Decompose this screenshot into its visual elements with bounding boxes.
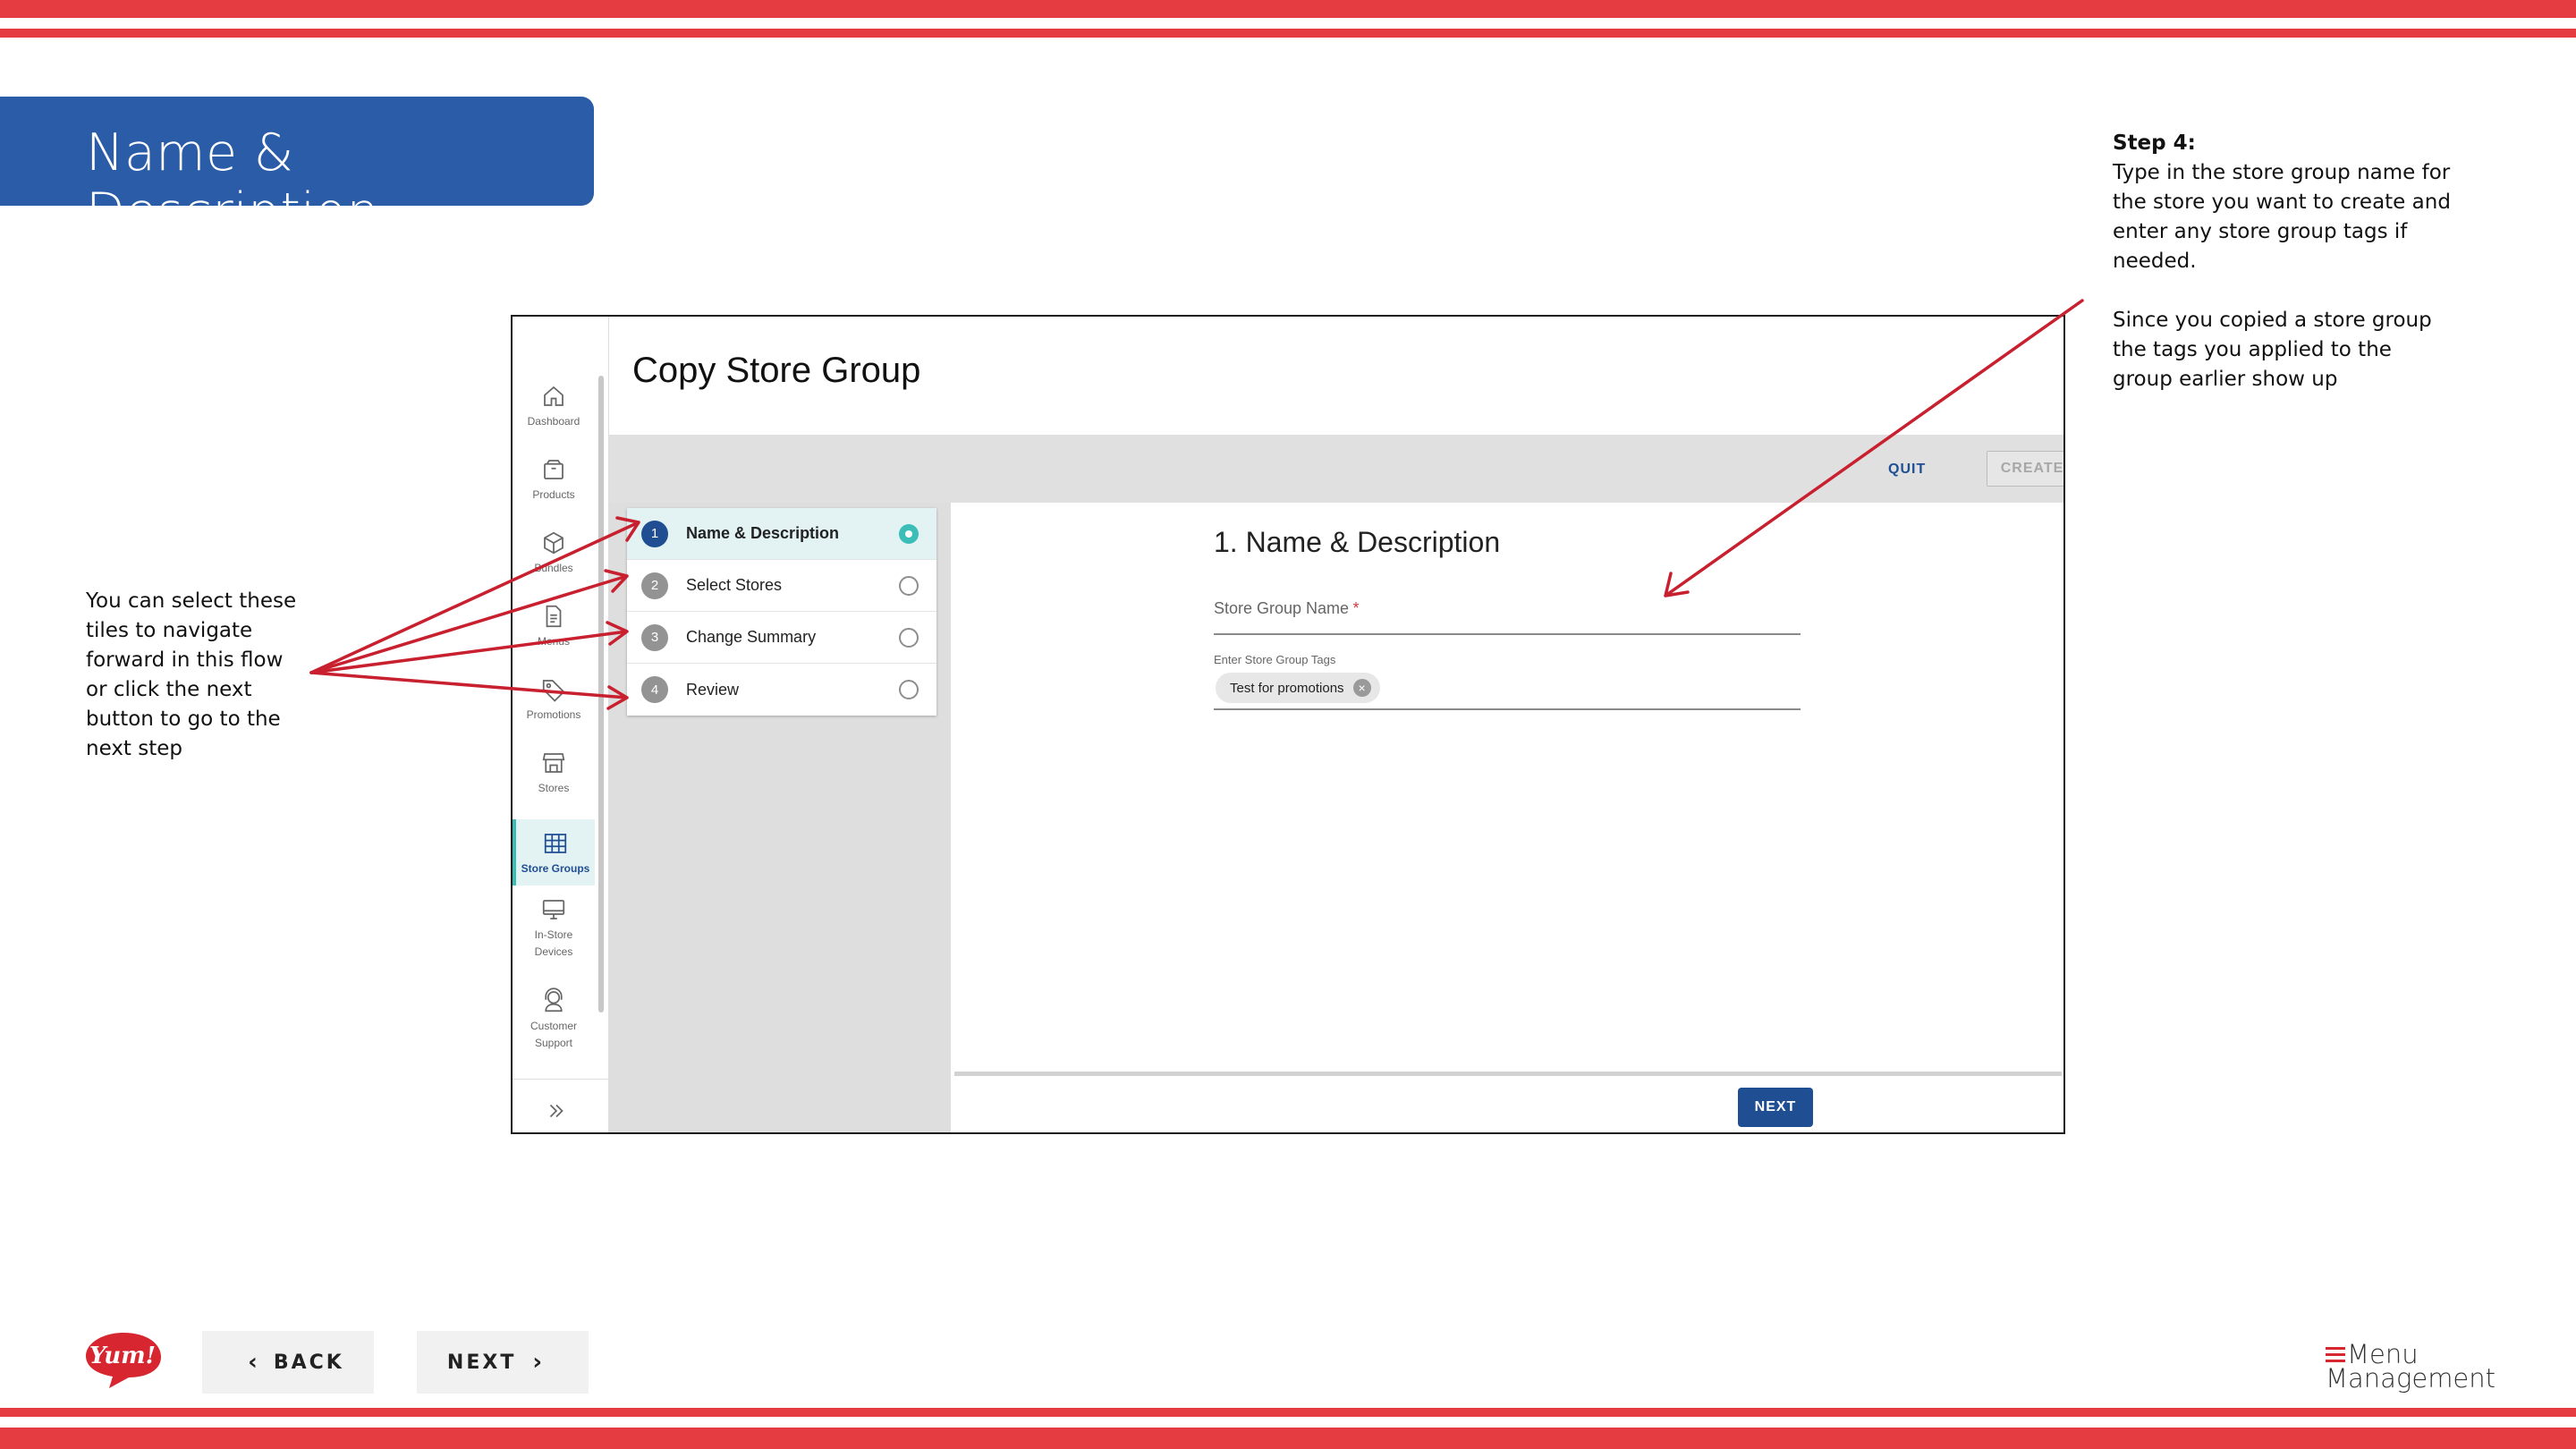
step-label: Review bbox=[686, 680, 740, 699]
step-label: Name & Description bbox=[686, 524, 840, 542]
next-button[interactable]: NEXT bbox=[1738, 1088, 1813, 1127]
required-mark: * bbox=[1352, 599, 1360, 617]
sidebar-item-label: Stores bbox=[538, 782, 570, 794]
top-stripe-thick bbox=[0, 0, 2576, 18]
sidebar-item-label: Dashboard bbox=[527, 415, 580, 428]
slide-title-banner: Name & Description bbox=[0, 97, 594, 242]
step-tile-name-description[interactable]: 1 Name & Description bbox=[627, 508, 936, 560]
slide-title: Name & Description bbox=[86, 123, 379, 242]
brand-line-2: Management bbox=[2326, 1363, 2496, 1394]
grid-icon bbox=[544, 834, 567, 853]
back-button[interactable]: ‹ BACK bbox=[202, 1331, 374, 1394]
step-title: Step 4: bbox=[2113, 131, 2196, 155]
form-footer-divider bbox=[954, 1072, 2062, 1076]
step-radio[interactable] bbox=[899, 627, 919, 648]
step-number: 4 bbox=[641, 676, 668, 703]
quit-button[interactable]: QUIT bbox=[1888, 462, 1926, 478]
step-radio[interactable] bbox=[899, 523, 919, 544]
home-icon bbox=[544, 386, 564, 406]
menu-document-icon bbox=[546, 605, 562, 628]
step-tile-review[interactable]: 4 Review bbox=[627, 664, 936, 716]
double-chevron-right-icon[interactable] bbox=[545, 1099, 568, 1123]
store-group-tags-label: Enter Store Group Tags bbox=[1214, 653, 1336, 666]
step-tiles: 1 Name & Description 2 Select Stores 3 C… bbox=[627, 508, 936, 716]
sidebar-item-label: Store Groups bbox=[521, 862, 590, 875]
headset-icon bbox=[545, 987, 563, 1013]
menu-management-logo: Menu Management bbox=[2324, 1340, 2496, 1397]
hamburger-icon bbox=[2326, 1347, 2345, 1362]
sidebar-item-customer-support[interactable]: Customer Support bbox=[513, 987, 595, 1052]
close-icon[interactable]: × bbox=[1352, 679, 1371, 697]
sidebar-item-label: Promotions bbox=[526, 708, 581, 721]
sidebar-item-label: In-Store Devices bbox=[534, 928, 573, 958]
bottom-stripe-thick bbox=[0, 1428, 2576, 1449]
sidebar-item-label: Customer Support bbox=[530, 1020, 577, 1049]
action-toolbar: QUIT CREATE bbox=[609, 435, 2063, 503]
right-annotation-note: Step 4: Type in the store group name for… bbox=[2113, 129, 2453, 424]
monitor-icon bbox=[542, 900, 565, 919]
sidebar-item-in-store-devices[interactable]: In-Store Devices bbox=[513, 896, 595, 961]
store-group-tags-input[interactable]: Test for promotions × bbox=[1214, 669, 1801, 710]
step-label: Change Summary bbox=[686, 628, 817, 646]
sidebar: Dashboard Products Bundles Menus Promoti… bbox=[513, 317, 609, 1132]
sidebar-item-products[interactable]: Products bbox=[513, 456, 595, 504]
step-tip: Since you copied a store group the tags … bbox=[2113, 309, 2432, 391]
step-tile-change-summary[interactable]: 3 Change Summary bbox=[627, 612, 936, 664]
form-heading: 1. Name & Description bbox=[1214, 526, 1501, 558]
bottom-stripe-thin bbox=[0, 1408, 2576, 1417]
store-group-name-input[interactable]: Store Group Name * bbox=[1214, 599, 1801, 635]
sidebar-item-label: Bundles bbox=[534, 562, 573, 574]
yum-logo: Yum! bbox=[86, 1333, 161, 1388]
yum-logo-text: Yum! bbox=[89, 1343, 156, 1369]
sidebar-item-bundles[interactable]: Bundles bbox=[513, 530, 595, 577]
back-label: BACK bbox=[273, 1351, 344, 1374]
step-number: 2 bbox=[641, 572, 668, 599]
step-tile-select-stores[interactable]: 2 Select Stores bbox=[627, 560, 936, 612]
tag-icon bbox=[542, 680, 565, 702]
top-stripe-thin bbox=[0, 29, 2576, 38]
step-radio[interactable] bbox=[899, 575, 919, 596]
box-icon bbox=[544, 460, 564, 479]
sidebar-item-menus[interactable]: Menus bbox=[513, 603, 595, 650]
sidebar-item-stores[interactable]: Stores bbox=[513, 750, 595, 797]
form-pane: 1. Name & Description Store Group Name *… bbox=[951, 503, 2063, 1132]
next-slide-button[interactable]: NEXT › bbox=[417, 1331, 589, 1394]
sidebar-item-promotions[interactable]: Promotions bbox=[513, 676, 595, 724]
step-instruction: Type in the store group name for the sto… bbox=[2113, 161, 2451, 273]
sidebar-item-label: Products bbox=[532, 488, 575, 501]
cube-icon bbox=[544, 531, 564, 555]
sidebar-divider bbox=[513, 1079, 609, 1080]
tag-chip: Test for promotions × bbox=[1216, 673, 1380, 703]
sidebar-item-label: Menus bbox=[537, 635, 571, 648]
app-window: Dashboard Products Bundles Menus Promoti… bbox=[511, 315, 2065, 1134]
left-annotation-note: You can select these tiles to navigate f… bbox=[86, 589, 297, 760]
chevron-left-icon: ‹ bbox=[248, 1349, 258, 1376]
next-label: NEXT bbox=[446, 1351, 517, 1374]
sidebar-item-store-groups[interactable]: Store Groups bbox=[513, 819, 595, 886]
page-title: Copy Store Group bbox=[632, 351, 921, 390]
chevron-right-icon: › bbox=[532, 1349, 543, 1376]
store-group-name-label: Store Group Name bbox=[1214, 599, 1350, 617]
step-label: Select Stores bbox=[686, 576, 783, 594]
storefront-icon bbox=[542, 753, 565, 773]
step-radio[interactable] bbox=[899, 680, 919, 699]
step-number: 3 bbox=[641, 623, 668, 651]
steps-pane: 1 Name & Description 2 Select Stores 3 C… bbox=[609, 503, 951, 1132]
sidebar-scrollbar[interactable] bbox=[598, 376, 604, 1013]
step-number: 1 bbox=[641, 520, 668, 547]
sidebar-item-dashboard[interactable]: Dashboard bbox=[513, 383, 595, 430]
create-button[interactable]: CREATE bbox=[1987, 451, 2063, 487]
tag-chip-label: Test for promotions bbox=[1230, 680, 1344, 696]
